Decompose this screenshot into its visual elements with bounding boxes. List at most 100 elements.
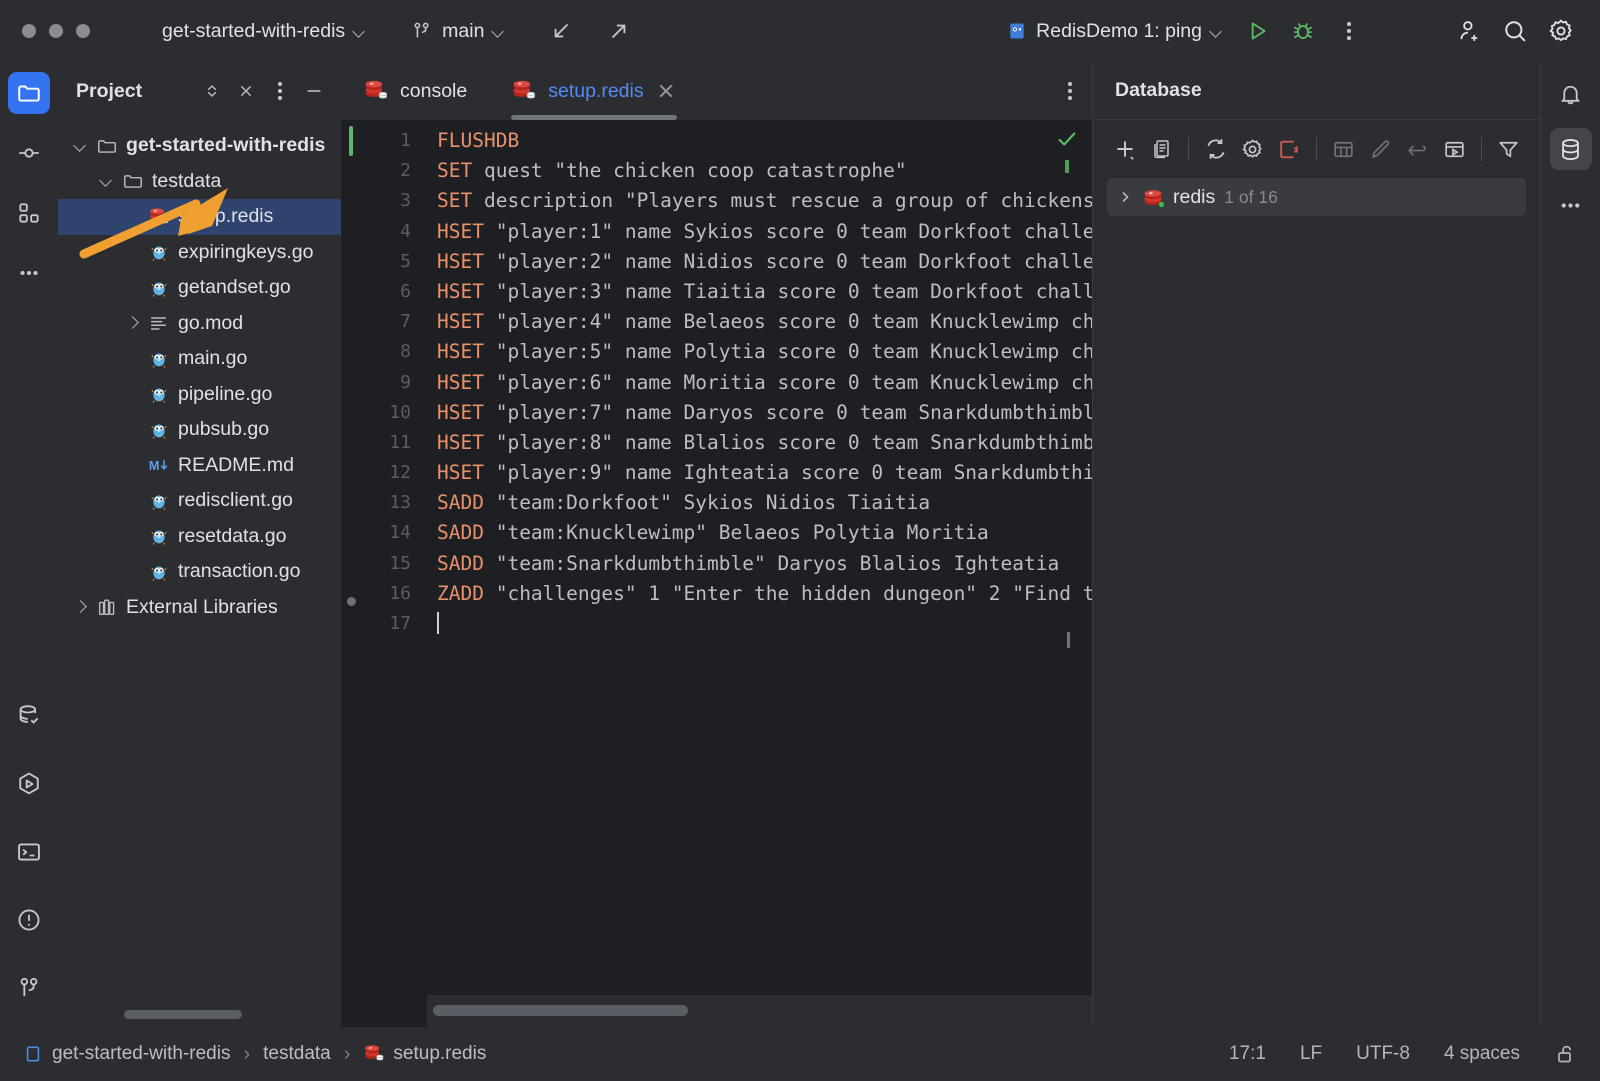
chevron-right-icon[interactable]: [124, 315, 140, 331]
more-actions-button[interactable]: [1328, 11, 1370, 51]
project-options-button[interactable]: [265, 76, 295, 106]
tree-item[interactable]: main.go: [58, 341, 341, 377]
sidebar-item-commit[interactable]: [8, 132, 50, 174]
tree-item[interactable]: pubsub.go: [58, 412, 341, 448]
modify-button[interactable]: [1363, 130, 1398, 168]
code-line[interactable]: SET quest "the chicken coop catastrophe": [427, 156, 1092, 186]
tree-item[interactable]: expiringkeys.go: [58, 235, 341, 271]
code-line[interactable]: SET description "Players must rescue a g…: [427, 186, 1092, 216]
close-tab-button[interactable]: [655, 80, 677, 102]
sidebar-item-database-right[interactable]: [1550, 128, 1592, 170]
tree-item[interactable]: getandset.go: [58, 270, 341, 306]
file-encoding[interactable]: UTF-8: [1356, 1043, 1410, 1065]
tree-indent-spacer: [124, 244, 140, 260]
filter-button[interactable]: [1491, 130, 1526, 168]
code-line[interactable]: HSET "player:8" name Blalios score 0 tea…: [427, 428, 1092, 458]
code-line[interactable]: HSET "player:5" name Polytia score 0 tea…: [427, 337, 1092, 367]
caret-position[interactable]: 17:1: [1229, 1043, 1266, 1065]
code-line[interactable]: HSET "player:6" name Moritia score 0 tea…: [427, 368, 1092, 398]
sidebar-item-database-left[interactable]: [8, 695, 50, 737]
code-line[interactable]: ZADD "challenges" 1 "Enter the hidden du…: [427, 579, 1092, 609]
breadcrumb-item[interactable]: setup.redis: [363, 1043, 486, 1065]
tree-item[interactable]: setup.redis: [58, 199, 341, 235]
tree-item[interactable]: MREADME.md: [58, 448, 341, 484]
branch-selector[interactable]: main: [399, 14, 516, 49]
open-table-button[interactable]: [1326, 130, 1361, 168]
breadcrumb-item[interactable]: testdata: [263, 1043, 331, 1065]
sidebar-item-project[interactable]: [8, 72, 50, 114]
code-line[interactable]: SADD "team:Snarkdumbthimble" Daryos Blal…: [427, 549, 1092, 579]
push-commits-button[interactable]: [598, 11, 640, 51]
chevron-right-icon[interactable]: [72, 599, 88, 615]
sidebar-item-more-right[interactable]: [1550, 184, 1592, 226]
project-file-tree[interactable]: get-started-with-redistestdatasetup.redi…: [58, 120, 341, 1027]
jump-to-source-button[interactable]: [1400, 130, 1435, 168]
unlocked-icon[interactable]: [1554, 1042, 1578, 1066]
debug-button[interactable]: [1282, 11, 1324, 51]
search-everywhere-button[interactable]: [1494, 11, 1536, 51]
code-editor[interactable]: 1234567891011121314151617 FLUSHDBSET que…: [341, 120, 1092, 1027]
chevron-down-icon[interactable]: [72, 138, 88, 154]
editor-horizontal-scrollbar[interactable]: [433, 1005, 688, 1016]
editor-gutter[interactable]: 1234567891011121314151617: [341, 120, 427, 1027]
sidebar-item-notifications[interactable]: [1550, 72, 1592, 114]
tree-item[interactable]: testdata: [58, 164, 341, 200]
code-line[interactable]: HSET "player:4" name Belaeos score 0 tea…: [427, 307, 1092, 337]
code-line[interactable]: SADD "team:Dorkfoot" Sykios Nidios Tiait…: [427, 488, 1092, 518]
chevron-down-icon[interactable]: [98, 173, 114, 189]
open-in-editor-button[interactable]: [1437, 130, 1472, 168]
window-controls[interactable]: [0, 24, 90, 38]
settings-button[interactable]: [1540, 11, 1582, 51]
editor-code-content[interactable]: FLUSHDBSET quest "the chicken coop catas…: [427, 120, 1092, 1027]
sidebar-item-structure[interactable]: [8, 192, 50, 234]
data-source-properties-button[interactable]: [1235, 130, 1270, 168]
stop-connection-button[interactable]: [1272, 130, 1307, 168]
tree-item[interactable]: get-started-with-redis: [58, 128, 341, 164]
sidebar-item-version-control[interactable]: [8, 967, 50, 1009]
tree-item[interactable]: pipeline.go: [58, 377, 341, 413]
expand-collapse-button[interactable]: [197, 76, 227, 106]
close-window-button[interactable]: [22, 24, 36, 38]
breadcrumb-item[interactable]: get-started-with-redis: [22, 1043, 230, 1065]
maximize-window-button[interactable]: [76, 24, 90, 38]
sidebar-item-terminal[interactable]: [8, 831, 50, 873]
collapse-all-button[interactable]: [231, 76, 261, 106]
open-console-button[interactable]: [1144, 130, 1179, 168]
sidebar-item-problems[interactable]: [8, 899, 50, 941]
update-project-button[interactable]: [540, 11, 582, 51]
editor-tab-options-button[interactable]: [1068, 62, 1092, 120]
project-selector[interactable]: get-started-with-redis: [150, 14, 377, 49]
tree-item[interactable]: External Libraries: [58, 590, 341, 626]
code-line[interactable]: FLUSHDB: [427, 126, 1092, 156]
line-separator[interactable]: LF: [1300, 1043, 1322, 1065]
run-configuration-selector[interactable]: RedisDemo 1: ping: [997, 14, 1232, 49]
database-tree[interactable]: redis 1 of 16: [1093, 178, 1540, 216]
tree-item[interactable]: resetdata.go: [58, 519, 341, 555]
chevron-right-icon[interactable]: [1117, 189, 1133, 205]
refresh-button[interactable]: [1198, 130, 1233, 168]
code-line[interactable]: HSET "player:3" name Tiaitia score 0 tea…: [427, 277, 1092, 307]
breadcrumb[interactable]: get-started-with-redis›testdata›setup.re…: [22, 1043, 486, 1066]
data-source-redis[interactable]: redis 1 of 16: [1107, 178, 1526, 216]
tree-item-label: pubsub.go: [178, 418, 269, 441]
editor-tab[interactable]: setup.redis: [489, 62, 698, 120]
tree-item[interactable]: go.mod: [58, 306, 341, 342]
sidebar-item-run[interactable]: [8, 763, 50, 805]
add-account-button[interactable]: [1448, 11, 1490, 51]
code-line[interactable]: HSET "player:1" name Sykios score 0 team…: [427, 217, 1092, 247]
tree-item[interactable]: transaction.go: [58, 554, 341, 590]
add-data-source-button[interactable]: [1107, 130, 1142, 168]
sidebar-item-more[interactable]: [8, 252, 50, 294]
minimize-window-button[interactable]: [49, 24, 63, 38]
run-button[interactable]: [1236, 11, 1278, 51]
tree-item[interactable]: redisclient.go: [58, 483, 341, 519]
code-line[interactable]: HSET "player:2" name Nidios score 0 team…: [427, 247, 1092, 277]
project-horizontal-scrollbar[interactable]: [124, 1010, 242, 1019]
hide-panel-button[interactable]: [299, 76, 329, 106]
code-line[interactable]: [427, 609, 1092, 639]
code-line[interactable]: HSET "player:9" name Ighteatia score 0 t…: [427, 458, 1092, 488]
code-line[interactable]: SADD "team:Knucklewimp" Belaeos Polytia …: [427, 518, 1092, 548]
code-line[interactable]: HSET "player:7" name Daryos score 0 team…: [427, 398, 1092, 428]
editor-tab[interactable]: console: [341, 62, 489, 120]
indent-setting[interactable]: 4 spaces: [1444, 1043, 1520, 1065]
